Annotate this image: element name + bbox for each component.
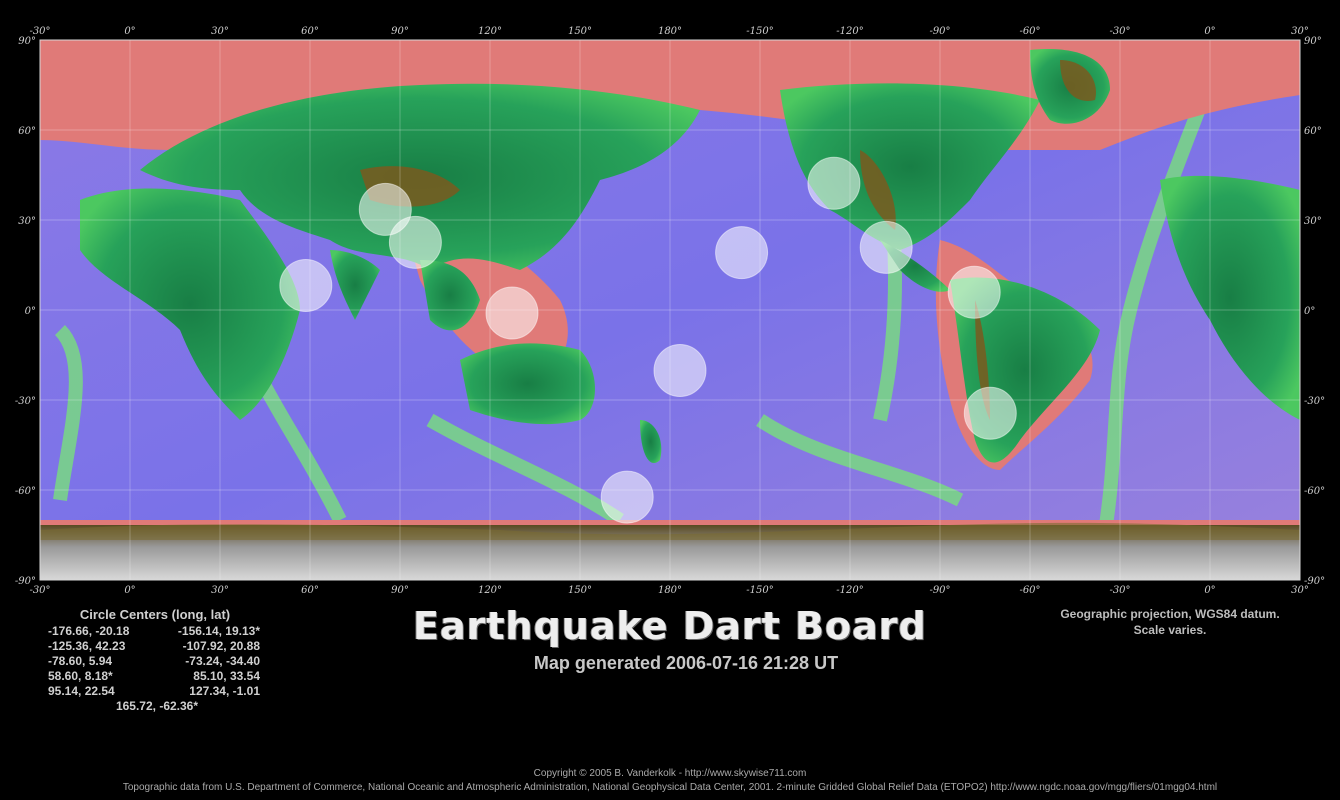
longitude-label-top: 180°: [658, 26, 682, 37]
quake-circle: [807, 156, 861, 210]
longitude-label-top: -60°: [1019, 26, 1040, 37]
longitude-label-bottom: 150°: [568, 585, 592, 596]
map-generated-subtitle: Map generated 2006-07-16 21:28 UT: [533, 653, 839, 673]
quake-circle: [947, 265, 1001, 319]
copyright-text: Copyright © 2005 B. Vanderkolk - http://…: [533, 768, 807, 779]
latitude-label-right: 30°: [1304, 216, 1322, 227]
projection-line-1: Geographic projection, WGS84 datum.: [1060, 607, 1280, 621]
projection-note: Geographic projection, WGS84 datum. Scal…: [1030, 606, 1310, 638]
longitude-label-bottom: -150°: [746, 585, 773, 596]
longitude-label-top: 60°: [301, 26, 319, 37]
latitude-label-left: -30°: [15, 396, 36, 407]
longitude-label-top: 90°: [391, 26, 409, 37]
longitude-label-top: -90°: [929, 26, 950, 37]
longitude-label-bottom: -90°: [929, 585, 950, 596]
longitude-label-bottom: 90°: [391, 585, 409, 596]
world-map: -30° -30° 0° 0° 30° 30° 60° 60° 90° 90° 120° 120° 15…: [15, 26, 1325, 596]
latitude-label-left: 90°: [18, 36, 36, 47]
longitude-label-top: 30°: [211, 26, 229, 37]
quake-circle: [859, 220, 913, 274]
longitude-label-bottom: -120°: [836, 585, 863, 596]
longitude-label-top: 0°: [124, 26, 135, 37]
latitude-label-left: 0°: [25, 306, 36, 317]
latitude-label-left: -90°: [15, 576, 36, 587]
longitude-label-top: 120°: [478, 26, 502, 37]
longitude-label-bottom: -60°: [1019, 585, 1040, 596]
longitude-label-top: 0°: [1204, 26, 1215, 37]
latitude-label-right: -30°: [1304, 396, 1325, 407]
longitude-label-bottom: 60°: [301, 585, 319, 596]
data-source-text: Topographic data from U.S. Department of…: [122, 782, 1218, 793]
quake-circle: [279, 259, 333, 312]
longitude-label-bottom: 0°: [124, 585, 135, 596]
quake-circle: [653, 344, 707, 397]
latitude-label-right: 60°: [1304, 126, 1322, 137]
circle-center-value: 127.34, -1.01: [189, 684, 260, 698]
quake-circle: [715, 226, 769, 280]
longitude-label-bottom: -30°: [1109, 585, 1130, 596]
longitude-label-top: 150°: [568, 26, 592, 37]
circle-center-value: 95.14, 22.54: [48, 684, 115, 698]
circle-center-row: 95.14, 22.54 127.34, -1.01: [40, 684, 270, 699]
latitude-label-left: 30°: [18, 216, 36, 227]
latitude-label-left: 60°: [18, 126, 36, 137]
longitude-label-top: -120°: [836, 26, 863, 37]
longitude-label-bottom: 30°: [211, 585, 229, 596]
longitude-label-bottom: 0°: [1204, 585, 1215, 596]
longitude-label-top: -30°: [1109, 26, 1130, 37]
latitude-label-left: -60°: [15, 486, 36, 497]
latitude-label-right: 0°: [1304, 306, 1315, 317]
quake-circle: [485, 286, 539, 340]
projection-line-2: Scale varies.: [1133, 623, 1207, 637]
longitude-label-bottom: 180°: [658, 585, 682, 596]
quake-circle: [600, 470, 654, 524]
latitude-label-right: -60°: [1304, 486, 1325, 497]
latitude-label-right: 90°: [1304, 36, 1322, 47]
longitude-label-top: -150°: [746, 26, 773, 37]
quake-circle: [963, 386, 1017, 440]
quake-circle: [388, 215, 442, 269]
longitude-label-bottom: 120°: [478, 585, 502, 596]
latitude-label-right: -90°: [1304, 576, 1325, 587]
circle-center-last: 165.72, -62.36*: [115, 699, 199, 713]
